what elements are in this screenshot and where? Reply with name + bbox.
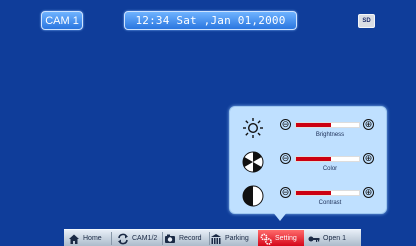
menu-item-home-label: Home xyxy=(83,235,102,242)
color-label: Color xyxy=(322,166,338,172)
contrast-slider[interactable] xyxy=(295,190,360,196)
color-increase-button[interactable]: ⊕ xyxy=(363,153,374,164)
brightness-slider[interactable] xyxy=(295,122,360,128)
color-row: ⊖ ⊕ Color xyxy=(230,147,386,177)
contrast-label: Contrast xyxy=(318,200,342,206)
parking-icon xyxy=(211,233,221,244)
menu-item-parking[interactable]: Parking xyxy=(210,230,260,246)
menu-item-setting-label: Setting xyxy=(275,235,297,242)
contrast-row: ⊖ ⊕ Contrast xyxy=(230,181,386,211)
menu-item-cam-switch-label: CAM1/2 xyxy=(132,235,158,242)
sd-card-badge: SD xyxy=(358,14,375,28)
settings-icon xyxy=(260,233,272,245)
camera-label[interactable]: CAM 1 xyxy=(41,11,83,30)
menu-item-record-label: Record xyxy=(179,235,202,242)
brightness-label: Brightness xyxy=(315,132,345,138)
brightness-row: ⊖ ⊕ Brightness xyxy=(230,113,386,143)
sun-icon xyxy=(243,118,263,138)
contrast-icon xyxy=(242,185,264,207)
color-wheel-icon xyxy=(242,151,264,173)
contrast-decrease-button[interactable]: ⊖ xyxy=(280,187,291,198)
key-icon xyxy=(308,236,320,242)
menu-item-parking-label: Parking xyxy=(225,235,249,242)
switch-camera-icon xyxy=(118,233,128,244)
panel-pointer xyxy=(272,211,288,221)
contrast-increase-button[interactable]: ⊕ xyxy=(363,187,374,198)
home-icon xyxy=(69,234,79,244)
menu-item-record[interactable]: Record xyxy=(164,230,210,246)
menu-item-setting[interactable]: Setting xyxy=(258,230,304,246)
brightness-decrease-button[interactable]: ⊖ xyxy=(280,119,291,130)
record-icon xyxy=(165,234,175,243)
menu-item-open[interactable]: Open 1 xyxy=(308,230,358,246)
color-decrease-button[interactable]: ⊖ xyxy=(280,153,291,164)
menu-item-home[interactable]: Home xyxy=(68,230,112,246)
camera-screen: CAM 1 12:34 Sat ,Jan 01,2000 SD ⊖ ⊕ Brig… xyxy=(0,0,416,246)
menu-item-open-label: Open 1 xyxy=(323,235,346,242)
datetime-display: 12:34 Sat ,Jan 01,2000 xyxy=(124,11,297,30)
settings-panel: ⊖ ⊕ Brightness ⊖ ⊕ Color ⊖ ⊕ Contrast xyxy=(229,106,387,214)
menu-item-cam-switch[interactable]: CAM1/2 xyxy=(117,230,163,246)
color-slider[interactable] xyxy=(295,156,360,162)
brightness-increase-button[interactable]: ⊕ xyxy=(363,119,374,130)
bottom-menu: Home CAM1/2 Record Parking Setting Open … xyxy=(64,229,361,246)
